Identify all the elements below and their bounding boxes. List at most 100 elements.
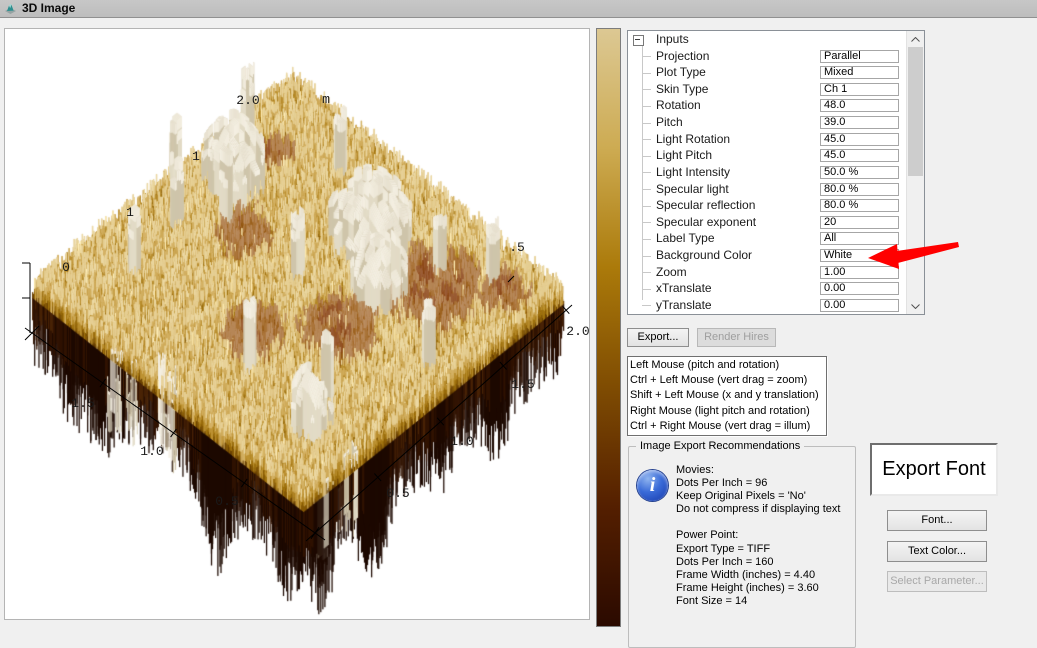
recommendation-line [676, 516, 840, 529]
property-label: Light Pitch [656, 148, 712, 162]
property-row: yTranslate 0.00 [628, 297, 906, 314]
property-label: Background Color [656, 248, 752, 262]
property-label: Plot Type [656, 65, 706, 79]
property-value-field[interactable]: 45.0 [820, 149, 899, 162]
scroll-up-button[interactable] [907, 31, 924, 47]
tree-branch [642, 172, 651, 173]
mouse-help-line[interactable]: Left Mouse (pitch and rotation) [630, 358, 826, 373]
property-label: Light Rotation [656, 132, 730, 146]
property-row: Specular exponent 20 [628, 214, 906, 231]
property-row: Light Intensity 50.0 % [628, 164, 906, 181]
property-row: Rotation 48.0 [628, 98, 906, 115]
tree-branch [642, 189, 651, 190]
tree-branch [642, 222, 651, 223]
tree-branch [642, 73, 651, 74]
recommendation-line: Movies: [676, 464, 840, 477]
tree-branch [642, 272, 651, 273]
recommendation-line: Dots Per Inch = 160 [676, 556, 840, 569]
property-row: xTranslate 0.00 [628, 281, 906, 298]
height-colorbar [596, 28, 621, 627]
property-value-field[interactable]: 80.0 % [820, 199, 899, 212]
inputs-property-grid: Inputs Projection Parallel Plot Type Mixed S… [627, 30, 925, 315]
property-row: Background Color White [628, 248, 906, 265]
scrollbar-thumb[interactable] [908, 47, 923, 176]
property-value-field[interactable]: Ch 1 [820, 83, 899, 96]
window-title: 3D Image [22, 1, 75, 15]
tree-branch [642, 89, 651, 90]
tree-branch [642, 156, 651, 157]
property-row: Label Type All [628, 231, 906, 248]
property-label: Zoom [656, 265, 687, 279]
recommendation-line: Do not compress if displaying text [676, 503, 840, 516]
window-icon [4, 2, 17, 15]
property-value-field[interactable]: All [820, 232, 899, 245]
property-label: Specular reflection [656, 198, 755, 212]
property-value-field[interactable]: 20 [820, 216, 899, 229]
property-row: Skin Type Ch 1 [628, 81, 906, 98]
tree-branch [642, 305, 651, 306]
property-group-header: Inputs [628, 31, 924, 48]
tree-branch [642, 123, 651, 124]
groupbox-title: Image Export Recommendations [636, 440, 804, 452]
property-label: yTranslate [656, 298, 712, 312]
mouse-help-line[interactable]: Right Mouse (light pitch and rotation) [630, 404, 826, 419]
tree-branch [642, 239, 651, 240]
property-label: Projection [656, 49, 709, 63]
tree-branch [642, 206, 651, 207]
recommendation-line: Export Type = TIFF [676, 543, 840, 556]
property-row: Specular light80.0 % [628, 181, 906, 198]
title-bar[interactable]: 3D Image [0, 0, 1037, 18]
property-row: Projection Parallel [628, 48, 906, 65]
recommendation-line: Frame Width (inches) = 4.40 [676, 569, 840, 582]
property-value-field[interactable]: 0.00 [820, 299, 899, 312]
property-row: Light Pitch 45.0 [628, 148, 906, 165]
export-button[interactable]: Export... [627, 328, 689, 347]
property-value-field[interactable]: White [820, 249, 899, 262]
tree-branch [642, 289, 651, 290]
property-value-field[interactable]: Mixed [820, 66, 899, 79]
property-label: Skin Type [656, 82, 708, 96]
collapse-toggle-icon[interactable] [633, 35, 644, 46]
property-value-field[interactable]: 0.00 [820, 282, 899, 295]
property-label: Specular exponent [656, 215, 756, 229]
property-value-field[interactable]: 50.0 % [820, 166, 899, 179]
tree-branch [642, 106, 651, 107]
property-row: Light Rotation 45.0 [628, 131, 906, 148]
render-hires-button: Render Hires [697, 328, 776, 347]
export-font-preview: Export Font [870, 443, 998, 496]
property-label: Label Type [656, 231, 715, 245]
plot-panel: 0112.01.51.00.50.51.01.52.0m.5 [4, 28, 590, 620]
mouse-help-line[interactable]: Shift + Left Mouse (x and y translation) [630, 388, 826, 403]
property-value-field[interactable]: 48.0 [820, 99, 899, 112]
font-button[interactable]: Font... [887, 510, 987, 531]
property-grid-scrollbar[interactable] [906, 31, 924, 314]
info-icon: i [637, 470, 668, 501]
3d-surface-plot[interactable] [5, 29, 589, 619]
recommendation-line: Keep Original Pixels = 'No' [676, 490, 840, 503]
chevron-up-icon [911, 37, 920, 42]
property-label: xTranslate [656, 281, 712, 295]
recommendation-line: Power Point: [676, 529, 840, 542]
recommendation-line: Dots Per Inch = 96 [676, 477, 840, 490]
property-value-field[interactable]: Parallel [820, 50, 899, 63]
recommendations-text: Movies:Dots Per Inch = 96Keep Original P… [676, 464, 840, 608]
property-label: Rotation [656, 98, 701, 112]
tree-branch [642, 139, 651, 140]
property-row: Specular reflection 80.0 % [628, 198, 906, 215]
property-value-field[interactable]: 1.00 [820, 266, 899, 279]
property-row: Plot Type Mixed [628, 65, 906, 82]
mouse-help-line[interactable]: Ctrl + Left Mouse (vert drag = zoom) [630, 373, 826, 388]
property-label: Light Intensity [656, 165, 730, 179]
mouse-help-line[interactable]: Ctrl + Right Mouse (vert drag = illum) [630, 419, 826, 434]
property-value-field[interactable]: 45.0 [820, 133, 899, 146]
mouse-help-listbox[interactable]: Left Mouse (pitch and rotation)Ctrl + Le… [627, 356, 827, 436]
text-color-button[interactable]: Text Color... [887, 541, 987, 562]
scroll-down-button[interactable] [907, 298, 924, 314]
property-value-field[interactable]: 39.0 [820, 116, 899, 129]
recommendation-line: Font Size = 14 [676, 595, 840, 608]
property-label: Pitch [656, 115, 683, 129]
property-row: Zoom 1.00 [628, 264, 906, 281]
select-parameter-button: Select Parameter... [887, 571, 987, 592]
tree-branch [642, 56, 651, 57]
property-value-field[interactable]: 80.0 % [820, 183, 899, 196]
